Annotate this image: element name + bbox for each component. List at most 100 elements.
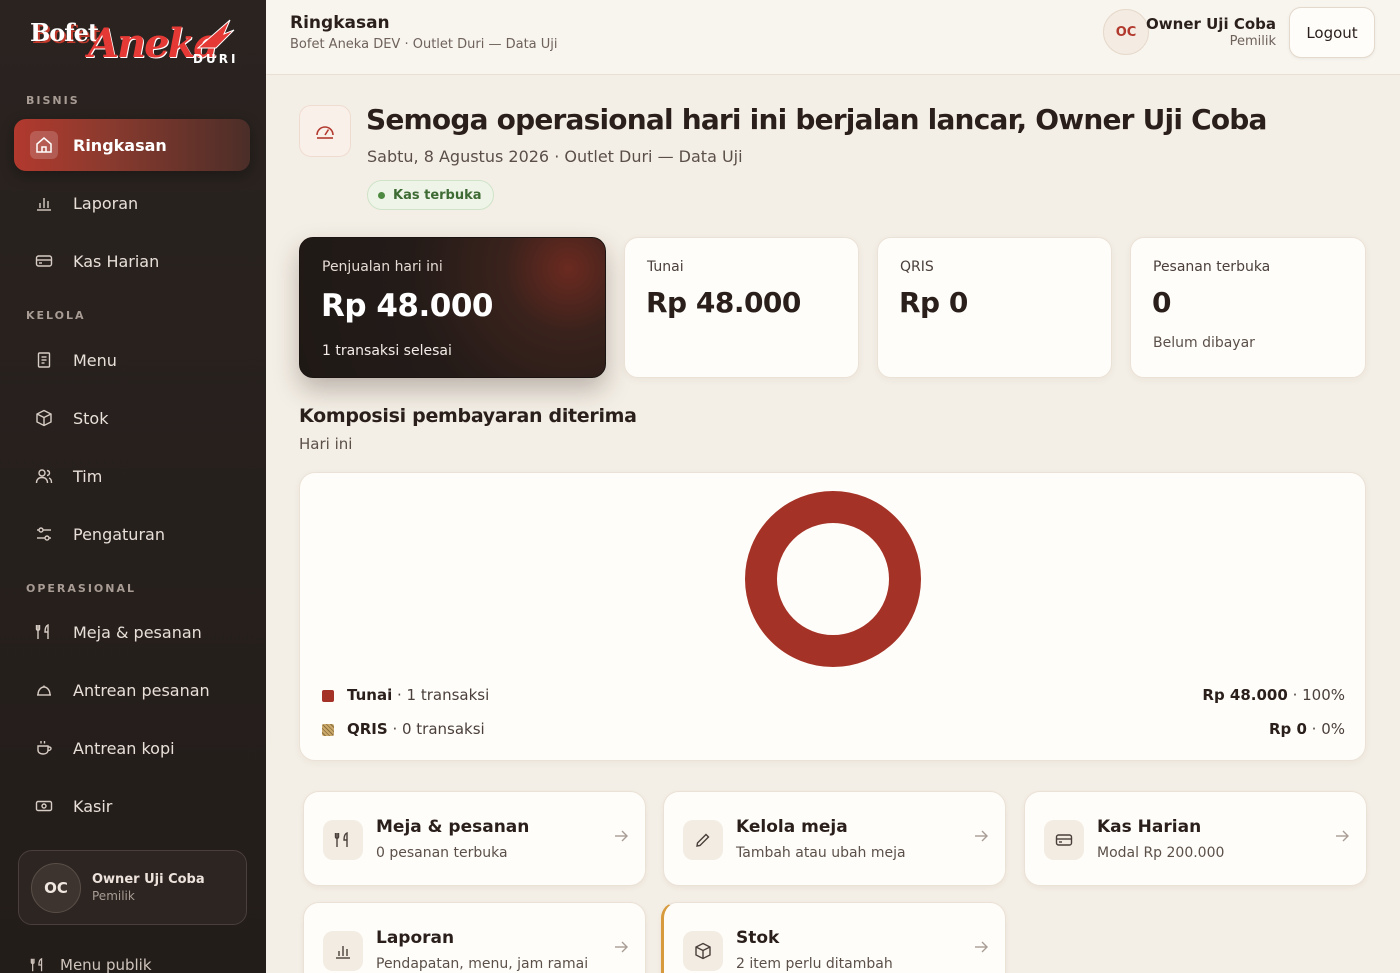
gauge-icon [299, 105, 351, 157]
sidebar-user-card[interactable]: OC Owner Uji Coba Pemilik [18, 850, 247, 925]
sidebar-item-label: Antrean kopi [73, 738, 175, 758]
sidebar-item-label: Stok [73, 408, 109, 428]
stat-label: Tunai [647, 259, 684, 275]
action-title: Stok [736, 928, 780, 948]
brand-logo[interactable]: Bofet Aneka DURI [28, 16, 243, 72]
legend-pct: · 100% [1287, 686, 1345, 704]
legend-row-tunai: Tunai · 1 transaksi Rp 48.000 · 100% [322, 685, 1345, 707]
topbar-user-name: Owner Uji Coba [1146, 15, 1276, 33]
utensils-icon [30, 957, 43, 972]
legend-row-qris: QRIS · 0 transaksi Rp 0 · 0% [322, 719, 1345, 741]
donut-slice-tunai [745, 491, 921, 667]
topbar-user-role: Pemilik [1229, 34, 1276, 49]
cloche-icon [34, 680, 54, 700]
status-badge: Kas terbuka [367, 180, 494, 210]
stat-label: QRIS [900, 259, 934, 275]
sidebar-item-meja-pesanan[interactable]: Meja & pesanan [14, 606, 250, 658]
action-title: Meja & pesanan [376, 817, 530, 837]
arrow-right-icon [615, 830, 628, 842]
action-card-meja-pesanan[interactable]: Meja & pesanan 0 pesanan terbuka [303, 791, 646, 886]
stat-value: 0 [1152, 286, 1171, 319]
section-label-bisnis: BISNIS [26, 94, 80, 107]
legend-entry: Tunai · 1 transaksi [347, 686, 489, 704]
bar-chart-icon [323, 931, 363, 971]
status-dot-icon [378, 191, 385, 199]
legend-swatch [322, 724, 334, 736]
action-title: Kelola meja [736, 817, 848, 837]
sidebar-item-antrean-kopi[interactable]: Antrean kopi [14, 722, 250, 774]
sidebar-item-label: Menu publik [60, 956, 152, 973]
sidebar-item-label: Antrean pesanan [73, 680, 210, 700]
arrow-right-icon [615, 941, 628, 953]
utensils-icon [34, 622, 54, 642]
status-badge-label: Kas terbuka [393, 187, 482, 203]
action-subtitle: Modal Rp 200.000 [1097, 845, 1225, 861]
bird-logo-icon [196, 19, 235, 49]
users-icon [34, 466, 54, 486]
sidebar-item-kas-harian[interactable]: Kas Harian [14, 235, 250, 287]
sidebar-item-kasir[interactable]: Kasir [14, 780, 250, 832]
arrow-right-icon [975, 941, 988, 953]
action-card-laporan[interactable]: Laporan Pendapatan, menu, jam ramai [303, 902, 646, 973]
greeting-title: Semoga operasional hari ini berjalan lan… [366, 103, 1267, 136]
action-subtitle: 0 pesanan terbuka [376, 845, 508, 861]
stat-label: Pesanan terbuka [1153, 259, 1271, 275]
sidebar-item-label: Menu [73, 350, 117, 370]
sidebar-item-menu[interactable]: Menu [14, 334, 250, 386]
action-card-kelola-meja[interactable]: Kelola meja Tambah atau ubah meja [663, 791, 1006, 886]
stat-value: Rp 48.000 [646, 286, 801, 319]
sliders-icon [34, 524, 54, 544]
sidebar-item-stok[interactable]: Stok [14, 392, 250, 444]
arrow-right-icon [975, 830, 988, 842]
greeting-subtitle: Sabtu, 8 Agustus 2026 · Outlet Duri — Da… [367, 147, 743, 166]
home-icon [30, 131, 58, 159]
composition-subtitle: Hari ini [299, 435, 353, 453]
arrow-right-icon [1336, 830, 1349, 842]
sidebar-item-tim[interactable]: Tim [14, 450, 250, 502]
avatar: OC [31, 862, 81, 913]
stat-card-tunai: Tunai Rp 48.000 [624, 237, 859, 378]
legend-pct: · 0% [1306, 720, 1345, 738]
stat-label: Penjualan hari ini [322, 259, 443, 275]
sidebar-user-name: Owner Uji Coba [92, 872, 205, 887]
action-card-kas-harian[interactable]: Kas Harian Modal Rp 200.000 [1024, 791, 1367, 886]
sidebar-item-label: Tim [73, 466, 103, 486]
stat-value: Rp 48.000 [321, 288, 493, 324]
avatar[interactable]: OC [1103, 9, 1149, 55]
sidebar: Bofet Aneka DURI BISNIS Ringkasan Lapora… [0, 0, 266, 973]
utensils-icon [323, 820, 363, 860]
legend-entry: QRIS · 0 transaksi [347, 720, 485, 738]
sidebar-item-antrean-pesanan[interactable]: Antrean pesanan [14, 664, 250, 716]
action-card-stok[interactable]: Stok 2 item perlu ditambah [661, 902, 1006, 973]
legend-amount: Rp 0 [1268, 720, 1307, 738]
stat-card-pesanan-terbuka: Pesanan terbuka 0 Belum dibayar [1130, 237, 1366, 378]
main-content: Semoga operasional hari ini berjalan lan… [266, 75, 1400, 973]
sidebar-item-laporan[interactable]: Laporan [14, 177, 250, 229]
payment-composition-card: Tunai · 1 transaksi Rp 48.000 · 100% QRI… [299, 472, 1366, 761]
sidebar-item-label: Pengaturan [73, 524, 165, 544]
action-subtitle: Pendapatan, menu, jam ramai [376, 956, 589, 972]
action-subtitle: 2 item perlu ditambah [736, 956, 893, 972]
section-label-kelola: KELOLA [26, 309, 86, 322]
page-title: Ringkasan [290, 13, 390, 33]
sidebar-item-menu-publik[interactable]: Menu publik [30, 956, 152, 973]
sidebar-item-pengaturan[interactable]: Pengaturan [14, 508, 250, 560]
legend-swatch [322, 690, 334, 702]
coffee-icon [34, 738, 54, 758]
action-title: Kas Harian [1097, 817, 1202, 837]
topbar: Ringkasan Bofet Aneka DEV · Outlet Duri … [266, 0, 1400, 75]
wallet-icon [34, 251, 54, 271]
pencil-icon [683, 820, 723, 860]
sidebar-item-ringkasan[interactable]: Ringkasan [14, 119, 250, 171]
stat-note: 1 transaksi selesai [322, 343, 452, 359]
sidebar-item-label: Meja & pesanan [73, 622, 202, 642]
box-icon [683, 931, 723, 971]
menu-book-icon [34, 350, 54, 370]
logout-button[interactable]: Logout [1289, 7, 1375, 58]
action-title: Laporan [376, 928, 455, 948]
legend-value: Rp 48.000 · 100% [1202, 686, 1345, 704]
legend-detail: · 1 transaksi [392, 686, 490, 704]
section-label-operasional: OPERASIONAL [26, 582, 137, 595]
legend-name: Tunai [347, 686, 393, 704]
cash-icon [34, 796, 54, 816]
